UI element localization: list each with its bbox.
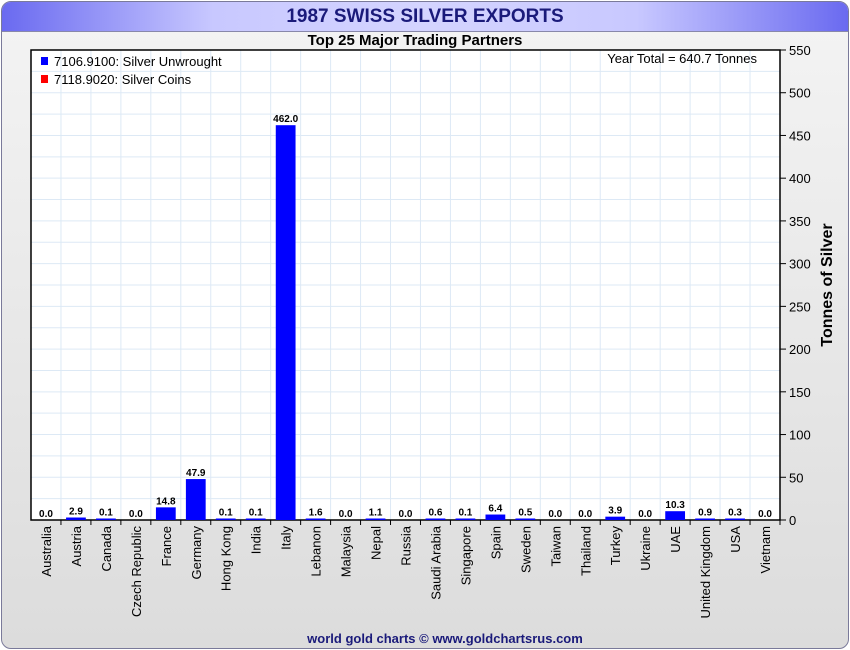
data-label: 0.6: [429, 508, 443, 519]
y-tick-label: 500: [789, 86, 811, 101]
y-tick-label: 250: [789, 299, 811, 314]
x-tick-label: Australia: [39, 525, 54, 576]
bar-uae: [665, 511, 686, 520]
data-label: 14.8: [156, 496, 176, 507]
chart-subtitle: Top 25 Major Trading Partners: [308, 32, 523, 49]
footer-credit: world gold charts © www.goldchartsrus.co…: [306, 631, 583, 646]
bar-usa: [725, 518, 745, 520]
bar-turkey: [605, 516, 626, 520]
x-tick-label: USA: [728, 526, 743, 553]
data-label: 462.0: [273, 114, 298, 125]
bar-spain: [485, 514, 506, 520]
bar-singapore: [455, 518, 476, 520]
x-tick-label: Ukraine: [638, 526, 653, 571]
data-label: 0.5: [518, 508, 532, 519]
data-label: 0.9: [698, 508, 712, 519]
x-tick-label: Russia: [399, 525, 414, 566]
y-tick-label: 100: [789, 428, 811, 443]
bar-sweden: [515, 518, 536, 520]
data-label: 1.1: [369, 508, 383, 519]
legend-swatch: [41, 75, 48, 83]
y-tick-label: 150: [789, 385, 811, 400]
x-tick-label: France: [159, 526, 174, 566]
data-label: 47.9: [186, 468, 206, 479]
x-tick-label: Saudi Arabia: [428, 525, 443, 599]
data-label: 0.0: [39, 509, 53, 520]
bar-germany: [185, 479, 206, 520]
legend-entry: 7118.9020: Silver Coins: [54, 72, 192, 87]
y-tick-label: 550: [789, 43, 811, 58]
data-label: 0.0: [638, 509, 652, 520]
x-tick-label: Italy: [279, 526, 294, 550]
y-axis-label: Tonnes of Silver: [819, 223, 836, 346]
data-label: 0.3: [728, 508, 742, 519]
y-tick-label: 300: [789, 257, 811, 272]
bar-france: [155, 507, 176, 520]
x-tick-label: Turkey: [608, 526, 623, 566]
x-tick-label: Singapore: [458, 526, 473, 585]
x-tick-label: Lebanon: [309, 526, 324, 577]
bar-austria: [66, 517, 86, 520]
x-tick-label: Sweden: [518, 526, 533, 573]
data-label: 0.0: [548, 509, 562, 520]
x-tick-label: Canada: [99, 525, 114, 571]
x-tick-label: Austria: [69, 525, 84, 566]
y-tick-label: 200: [789, 342, 811, 357]
x-tick-label: Hong Kong: [219, 526, 234, 591]
bar-saudi-arabia: [425, 518, 446, 520]
y-tick-label: 350: [789, 214, 811, 229]
data-label: 10.3: [665, 500, 685, 511]
data-label: 0.1: [458, 508, 472, 519]
data-label: 1.6: [309, 508, 323, 519]
x-tick-label: India: [249, 525, 264, 554]
x-tick-label: Malaysia: [339, 525, 354, 577]
legend-entry: 7106.9100: Silver Unwrought: [54, 54, 222, 69]
x-tick-label: Nepal: [369, 526, 384, 560]
bar-hong-kong: [215, 518, 236, 520]
bar-canada: [96, 518, 116, 520]
data-label: 0.0: [339, 509, 353, 520]
bar-lebanon: [305, 518, 326, 520]
data-label: 2.9: [69, 507, 83, 518]
bar-italy: [275, 125, 296, 520]
bar-united-kingdom: [695, 518, 715, 520]
data-label: 6.4: [488, 504, 502, 515]
data-label: 0.0: [129, 509, 143, 520]
x-tick-label: Germany: [189, 526, 204, 580]
data-label: 3.9: [608, 506, 622, 517]
data-label: 0.0: [758, 509, 772, 520]
legend-swatch: [41, 57, 48, 65]
x-tick-label: Czech Republic: [129, 526, 144, 618]
chart-svg: Top 25 Major Trading Partners 0.0 Australi…: [30, 32, 836, 646]
y-tick-label: 400: [789, 171, 811, 186]
bar-nepal: [365, 518, 386, 520]
data-label: 0.0: [399, 509, 413, 520]
y-tick-label: 450: [789, 128, 811, 143]
x-tick-label: United Kingdom: [698, 526, 713, 619]
data-label: 0.1: [219, 508, 233, 519]
data-label: 0.1: [99, 508, 113, 519]
y-tick-label: 50: [789, 470, 803, 485]
x-tick-label: Taiwan: [548, 526, 563, 566]
x-tick-label: Spain: [488, 526, 503, 559]
data-label: 0.0: [578, 509, 592, 520]
year-total-annotation: Year Total = 640.7 Tonnes: [607, 51, 757, 66]
x-tick-label: UAE: [668, 526, 683, 553]
x-tick-label: Vietnam: [758, 526, 773, 573]
y-tick-label: 0: [789, 513, 796, 528]
x-tick-label: Thailand: [578, 526, 593, 576]
data-label: 0.1: [249, 508, 263, 519]
bar-india: [245, 518, 266, 520]
